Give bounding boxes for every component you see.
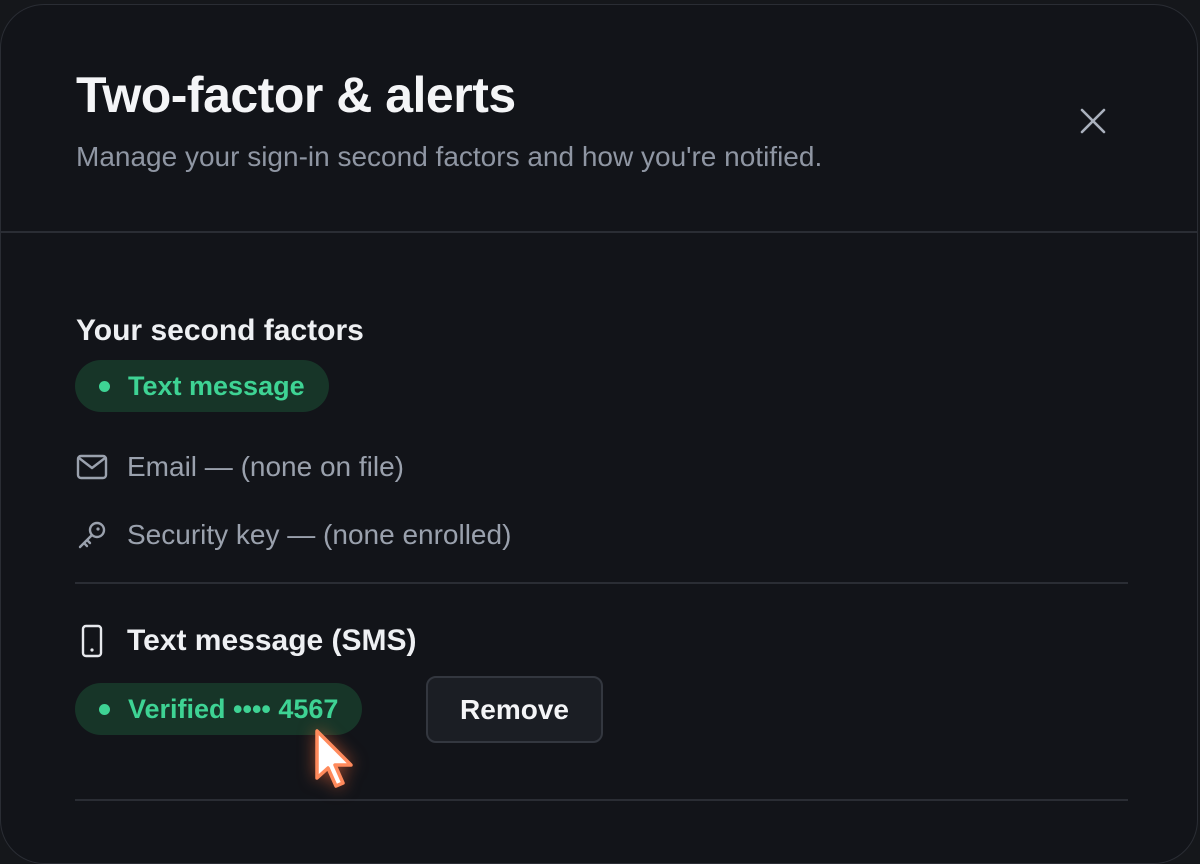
active-factor-badge: Text message [75,360,329,412]
remove-sms-button[interactable]: Remove [426,676,603,743]
sms-title-label: Text message (SMS) [127,624,417,657]
close-icon [1080,108,1106,134]
two-factor-dialog: Two-factor & alerts Manage your sign-in … [0,4,1198,864]
factor-security-key: Security key — (none enrolled) [75,517,511,553]
status-dot [99,380,110,392]
mail-icon [75,450,109,484]
section-divider [75,582,1128,584]
active-factor-label: Text message [128,370,305,401]
dialog-title: Two-factor & alerts [76,67,516,123]
mouse-pointer-icon [315,729,353,788]
verified-status-label: Verified •••• 4567 [128,693,339,724]
status-dot [99,703,110,715]
dialog-header: Two-factor & alerts Manage your sign-in … [1,5,1197,233]
phone-icon [75,623,109,659]
factor-email: Email — (none on file) [75,449,404,485]
factor-email-label: Email — (none on file) [127,451,405,482]
second-factors-heading: Your second factors [76,314,364,347]
close-button[interactable] [1069,97,1117,145]
key-icon [75,518,109,552]
section-divider [75,799,1128,801]
factor-key-label: Security key — (none enrolled) [127,519,512,550]
dialog-subtitle: Manage your sign-in second factors and h… [76,141,823,172]
sms-section-heading: Text message (SMS) [75,621,417,661]
